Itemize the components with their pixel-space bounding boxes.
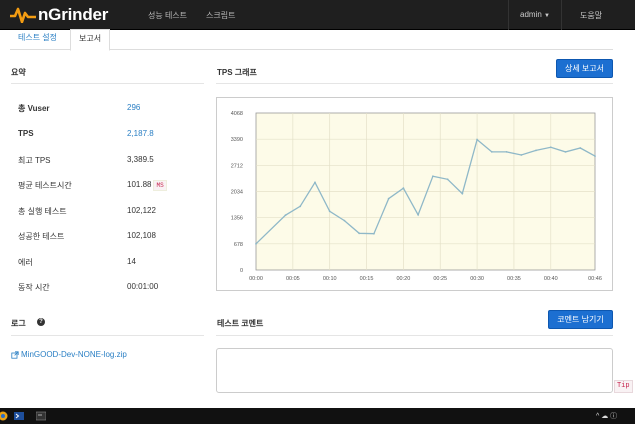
x-tick-label: 00:30 <box>470 276 484 282</box>
summary-label-peak-tps: 최고 TPS <box>18 156 51 165</box>
summary-label-success-tests: 성공한 테스트 <box>18 232 65 241</box>
nav-performance-test[interactable]: 성능 테스트 <box>148 10 187 21</box>
leave-comment-button[interactable]: 코멘트 남기기 <box>548 310 613 329</box>
tps-data-point <box>299 205 302 208</box>
caret-down-icon: ▼ <box>544 13 550 19</box>
tps-data-point <box>328 210 331 213</box>
tps-data-point <box>446 178 449 181</box>
nav-divider <box>561 0 562 30</box>
question-circle-icon[interactable]: ? <box>37 318 45 326</box>
summary-value-mean-test-time: 101.88 MS <box>127 180 167 191</box>
summary-label-errors: 에러 <box>18 258 33 267</box>
pulse-logo-icon <box>10 7 36 23</box>
x-tick-label: 00:46 <box>588 276 602 282</box>
tps-data-point <box>594 155 596 158</box>
summary-title: 요약 <box>11 68 26 77</box>
x-tick-label: 00:35 <box>507 276 521 282</box>
tps-data-point <box>520 154 523 156</box>
tps-data-point <box>402 187 405 190</box>
tps-data-point <box>343 219 346 222</box>
os-taskbar: ^ ☁ ⓘ <box>0 408 635 424</box>
summary-value-vuser[interactable]: 296 <box>127 103 140 112</box>
tps-data-point <box>255 242 257 245</box>
tps-data-point <box>579 147 582 149</box>
tps-data-point <box>314 181 316 184</box>
y-tick-label: 2712 <box>231 163 243 169</box>
summary-value-run-time: 00:01:00 <box>127 282 159 291</box>
terminal-icon[interactable] <box>36 411 46 421</box>
x-tick-label: 00:00 <box>249 276 263 282</box>
summary-label-mean-test-time: 평균 테스트시간 <box>18 181 72 190</box>
log-divider <box>11 335 204 336</box>
summary-label-vuser: 총 Vuser <box>18 104 50 113</box>
nav-script[interactable]: 스크립트 <box>206 10 235 21</box>
tps-data-point <box>490 151 493 153</box>
nav-divider <box>508 0 509 30</box>
log-file-link[interactable]: MinGOOD-Dev-NONE-log.zip <box>11 350 127 359</box>
tps-data-point <box>549 146 552 149</box>
log-title: 로그 <box>11 319 26 328</box>
test-comment-title: 테스트 코멘트 <box>217 319 264 328</box>
tps-data-point <box>373 232 375 235</box>
tps-data-point <box>284 214 287 217</box>
tps-data-point <box>387 197 390 200</box>
comment-textarea[interactable] <box>216 348 613 393</box>
summary-value-errors: 14 <box>127 257 136 266</box>
user-menu[interactable]: admin ▼ <box>520 10 550 19</box>
summary-label-total-tests: 총 실행 테스트 <box>18 207 67 216</box>
y-tick-label: 3390 <box>231 137 243 143</box>
logo-text: nGrinder <box>38 5 109 24</box>
tip-badge[interactable]: Tip <box>614 380 633 393</box>
tps-data-point <box>564 151 567 153</box>
comment-divider <box>216 335 613 336</box>
y-tick-label: 678 <box>234 242 243 248</box>
summary-value-success-tests: 102,108 <box>127 231 156 240</box>
x-tick-label: 00:20 <box>397 276 411 282</box>
external-link-icon <box>11 350 19 359</box>
user-name: admin <box>520 10 542 19</box>
tps-chart: 0 678 1356 2034 2712 3390 4068 00:00 00:05 00:10 0… <box>216 97 613 291</box>
x-tick-label: 00:40 <box>544 276 558 282</box>
tps-chart-svg: 0 678 1356 2034 2712 3390 4068 00:00 00:05 00:10 0… <box>231 111 602 282</box>
tps-data-point <box>505 151 508 153</box>
y-tick-label: 2034 <box>231 190 243 196</box>
system-tray[interactable]: ^ ☁ ⓘ <box>596 411 617 421</box>
summary-label-tps: TPS <box>18 129 34 138</box>
log-file-name: MinGOOD-Dev-NONE-log.zip <box>21 350 127 359</box>
tps-data-point <box>535 149 537 152</box>
top-navbar: nGrinder 성능 테스트 스크립트 admin ▼ 도움말 <box>0 0 635 30</box>
y-tick-label: 0 <box>240 268 243 274</box>
tab-test-config[interactable]: 테스트 설정 <box>10 29 65 50</box>
tps-divider <box>216 83 613 84</box>
tps-graph-title: TPS 그래프 <box>217 68 257 77</box>
ngrinder-logo[interactable]: nGrinder <box>10 4 108 26</box>
x-tick-label: 00:25 <box>433 276 447 282</box>
summary-label-run-time: 동작 시간 <box>18 283 50 292</box>
tab-report[interactable]: 보고서 <box>70 29 111 51</box>
summary-divider <box>11 83 204 84</box>
x-tick-label: 00:05 <box>286 276 300 282</box>
report-tabs: 테스트 설정 보고서 <box>10 29 613 51</box>
ms-unit-badge: MS <box>153 180 167 191</box>
x-tick-label: 00:15 <box>360 276 374 282</box>
summary-value-total-tests: 102,122 <box>127 206 156 215</box>
chrome-icon[interactable] <box>0 411 8 421</box>
y-tick-label: 4068 <box>231 111 243 117</box>
summary-value-tps[interactable]: 2,187.8 <box>127 129 154 138</box>
detail-report-button[interactable]: 상세 보고서 <box>556 59 613 78</box>
powershell-icon[interactable] <box>14 411 24 421</box>
help-link[interactable]: 도움말 <box>580 10 602 21</box>
y-tick-label: 1356 <box>231 216 243 222</box>
summary-value-peak-tps: 3,389.5 <box>127 155 154 164</box>
tps-data-point <box>417 213 420 216</box>
x-tick-label: 00:10 <box>323 276 337 282</box>
tps-data-point <box>476 138 478 141</box>
mean-test-time-number: 101.88 <box>127 180 152 189</box>
tps-data-point <box>461 192 464 195</box>
tps-data-point <box>431 175 434 178</box>
tps-data-point <box>358 232 361 235</box>
